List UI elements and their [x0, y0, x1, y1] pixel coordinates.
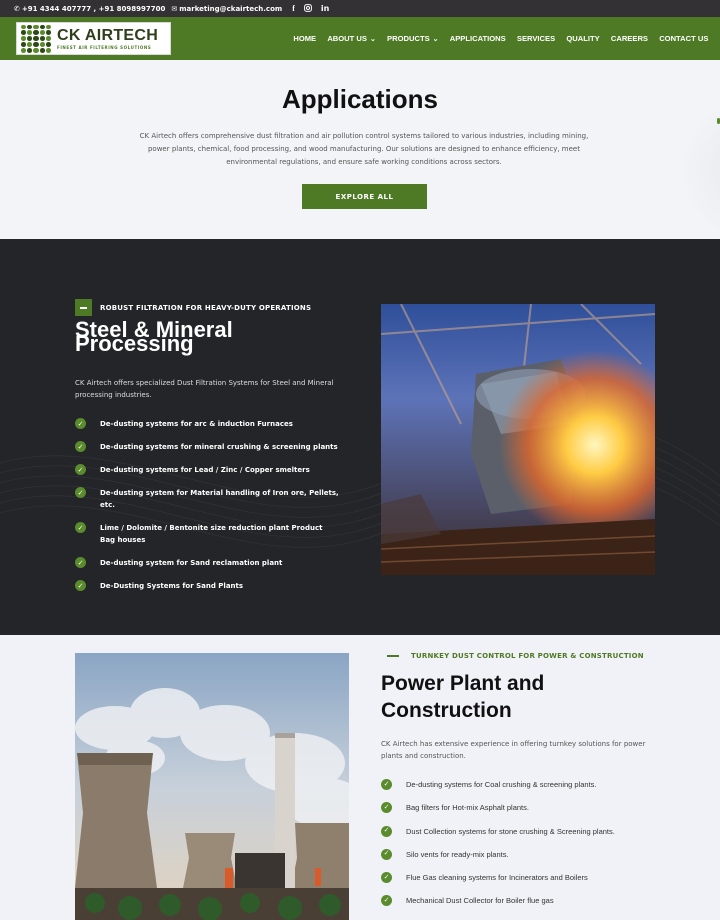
mail-icon: ✉	[171, 4, 178, 13]
top-contact-bar: ✆ +91 4344 407777 , +91 8098997700 ✉ mar…	[0, 0, 720, 17]
check-icon: ✓	[381, 872, 392, 884]
list-item: ✓ Silo vents for ready-mix plants.	[381, 848, 681, 861]
nav-item-home[interactable]: HOME	[288, 34, 322, 43]
list-item: ✓ Lime / Dolomite / Bentonite size reduct…	[75, 522, 345, 546]
list-item: ✓ De-dusting systems for Coal crushing & …	[381, 779, 681, 791]
brand-name: CK AIRTECH	[57, 26, 159, 44]
list-item: ✓ Bag filters for Hot-mix Asphalt plants.	[381, 802, 681, 814]
check-icon: ✓	[75, 441, 86, 452]
section-tag: ROBUST FILTRATION FOR HEAVY-DUTY OPERATI…	[75, 299, 311, 316]
email-address: marketing@ckairtech.com	[179, 4, 283, 13]
list-item: ✓ De-dusting system for Material handling…	[75, 487, 345, 511]
brand-tagline: FINEST AIR FILTERING SOLUTIONS	[57, 44, 152, 50]
brand-logo[interactable]: CK AIRTECH FINEST AIR FILTERING SOLUTION…	[16, 22, 171, 55]
check-icon: ✓	[75, 487, 86, 498]
check-icon: ✓	[381, 779, 392, 790]
hero-description: CK Airtech offers comprehensive dust fil…	[139, 132, 589, 166]
phone-icon: ✆	[14, 4, 20, 13]
decorative-shape	[680, 100, 720, 240]
check-icon: ✓	[381, 848, 392, 860]
section-tag-text: TURNKEY DUST CONTROL FOR POWER & CONSTRU…	[411, 652, 644, 660]
social-links: f in	[292, 4, 329, 14]
phone-contact[interactable]: ✆ +91 4344 407777 , +91 8098997700	[14, 5, 165, 13]
logo-mark-icon	[21, 24, 51, 53]
check-icon: ✓	[75, 464, 86, 475]
steel-mineral-section: ROBUST FILTRATION FOR HEAVY-DUTY OPERATI…	[0, 239, 720, 635]
list-item: ✓ Dust Collection systems for stone crush…	[381, 825, 681, 838]
nav-item-about-us[interactable]: ABOUT US ⌄	[322, 34, 382, 43]
hero-section: Applications CK Airtech offers comprehen…	[0, 60, 720, 240]
nav-item-applications[interactable]: APPLICATIONS	[444, 34, 511, 43]
list-item: ✓ De-dusting system for Sand reclamation …	[75, 557, 345, 569]
section-description: CK Airtech has extensive experience in o…	[381, 740, 646, 760]
list-item: ✓ De-dusting systems for mineral crushing…	[75, 441, 345, 453]
nav-item-services[interactable]: SERVICES	[511, 34, 560, 43]
check-icon: ✓	[381, 802, 392, 814]
chevron-down-icon: ⌄	[432, 35, 439, 43]
chevron-down-icon: ⌄	[369, 35, 376, 43]
check-icon: ✓	[75, 580, 86, 591]
minus-icon	[75, 299, 92, 316]
nav-item-quality[interactable]: QUALITY	[561, 34, 606, 43]
instagram-icon[interactable]	[303, 3, 312, 14]
section-description: CK Airtech offers specialized Dust Filtr…	[75, 379, 334, 399]
section-title: Steel & Mineral Processing	[75, 317, 233, 356]
nav-menu: HOME ABOUT US ⌄ PRODUCTS ⌄ APPLICATIONS SE…	[288, 17, 714, 60]
steel-applications-list: ✓ De-dusting systems for arc & induction …	[75, 418, 345, 603]
section-tag-text: ROBUST FILTRATION FOR HEAVY-DUTY OPERATI…	[100, 303, 312, 312]
nav-item-products[interactable]: PRODUCTS ⌄	[381, 34, 444, 43]
facebook-icon[interactable]: f	[292, 4, 295, 14]
power-plant-image	[75, 653, 349, 920]
email-contact[interactable]: ✉ marketing@ckairtech.com	[171, 5, 282, 13]
dash-icon	[387, 655, 399, 657]
section-tag: TURNKEY DUST CONTROL FOR POWER & CONSTRU…	[387, 652, 644, 660]
section-title: Power Plant and Construction	[381, 672, 545, 722]
power-plant-section: TURNKEY DUST CONTROL FOR POWER & CONSTRU…	[0, 635, 720, 920]
explore-all-button[interactable]: EXPLORE ALL	[302, 184, 427, 209]
list-item: ✓ De-dusting systems for Lead / Zinc / Co…	[75, 464, 345, 476]
linkedin-icon[interactable]: in	[321, 4, 329, 14]
main-navbar: CK AIRTECH FINEST AIR FILTERING SOLUTION…	[0, 17, 720, 60]
nav-item-contact-us[interactable]: CONTACT US	[654, 34, 714, 43]
list-item: ✓ Mechanical Dust Collector for Boiler fl…	[381, 895, 681, 907]
check-icon: ✓	[75, 557, 86, 568]
list-item: ✓ De-Dusting Systems for Sand Plants	[75, 580, 345, 592]
nav-item-careers[interactable]: CAREERS	[605, 34, 653, 43]
check-icon: ✓	[75, 418, 86, 429]
list-item: ✓ De-dusting systems for arc & induction …	[75, 418, 345, 430]
list-item: ✓ Flue Gas cleaning systems for Incinerat…	[381, 872, 681, 884]
check-icon: ✓	[75, 522, 86, 533]
power-applications-list: ✓ De-dusting systems for Coal crushing & …	[381, 779, 681, 919]
check-icon: ✓	[381, 895, 392, 907]
phone-numbers: +91 4344 407777 , +91 8098997700	[21, 4, 166, 13]
check-icon: ✓	[381, 825, 392, 837]
steel-furnace-image	[381, 304, 655, 575]
page-title: Applications	[281, 84, 438, 114]
